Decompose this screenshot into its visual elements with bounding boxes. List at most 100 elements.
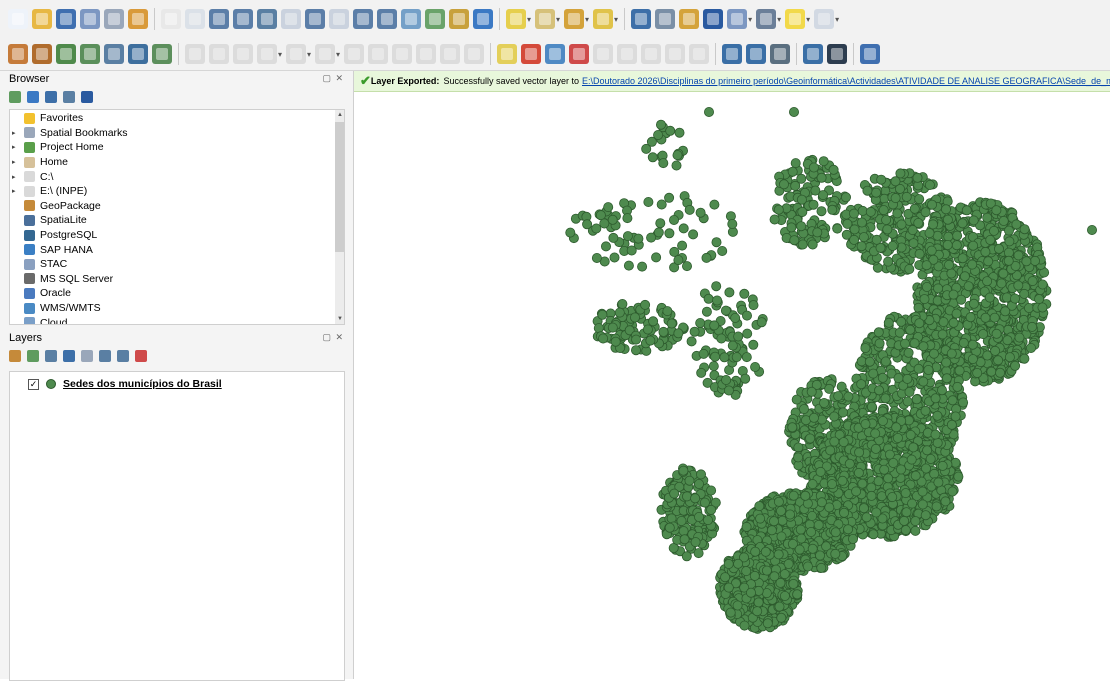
open-data-source-manager-icon[interactable] — [8, 44, 28, 64]
new-bookmark-icon[interactable] — [401, 9, 421, 29]
add-selected-layers-icon[interactable] — [9, 91, 21, 103]
new-shapefile-layer-icon[interactable] — [56, 44, 76, 64]
browser-panel-controls[interactable]: ▢ ✕ — [322, 73, 344, 84]
modify-attributes-icon[interactable] — [315, 44, 336, 64]
browser-item[interactable]: SpatiaLite — [10, 213, 344, 228]
dropdown-arrow-icon[interactable]: ▾ — [556, 15, 560, 24]
toolbox-icon[interactable] — [564, 9, 585, 29]
style-manager-icon[interactable] — [128, 9, 148, 29]
move-label-icon[interactable] — [617, 44, 638, 64]
browser-item[interactable]: ▸ Spatial Bookmarks — [10, 126, 344, 141]
browser-item[interactable]: ▸ E:\ (INPE) — [10, 184, 344, 199]
browser-item[interactable]: Cloud — [10, 315, 344, 324]
layer-name[interactable]: Sedes dos municípios do Brasil — [63, 378, 222, 390]
layer-labeling-icon[interactable] — [521, 44, 542, 64]
expand-arrow-icon[interactable]: ▸ — [12, 187, 22, 195]
toggle-editing-icon[interactable] — [209, 44, 229, 64]
filter-by-expression-icon[interactable] — [81, 350, 93, 362]
highlight-pinned-labels-icon[interactable] — [593, 44, 614, 64]
plugin-gear-icon[interactable] — [770, 44, 791, 64]
manage-map-themes-icon[interactable] — [45, 350, 57, 362]
zoom-out-icon[interactable] — [233, 9, 253, 29]
paste-features-icon[interactable] — [416, 44, 437, 64]
dropdown-arrow-icon[interactable]: ▾ — [336, 50, 340, 59]
processing-toolbox-icon[interactable] — [679, 9, 700, 29]
filter-legend-icon[interactable] — [63, 350, 75, 362]
select-features-icon[interactable] — [506, 9, 526, 29]
browser-item[interactable]: GeoPackage — [10, 199, 344, 214]
refresh-icon[interactable] — [473, 9, 493, 29]
browser-item[interactable]: MS SQL Server — [10, 272, 344, 287]
temporal-controller-icon[interactable] — [449, 9, 469, 29]
dropdown-arrow-icon[interactable]: ▾ — [307, 50, 311, 59]
browser-item[interactable]: PostgreSQL — [10, 228, 344, 243]
enable-properties-icon[interactable] — [81, 91, 93, 103]
help-contents-icon[interactable] — [860, 44, 881, 64]
open-project-icon[interactable] — [32, 9, 52, 29]
vertex-tool-icon[interactable] — [286, 44, 307, 64]
zoom-in-icon[interactable] — [209, 9, 229, 29]
new-geopackage-layer-icon[interactable] — [32, 44, 52, 64]
open-attribute-table-icon[interactable] — [535, 9, 556, 29]
browser-item[interactable]: Favorites — [10, 111, 344, 126]
browser-item[interactable]: ▸ C:\ — [10, 169, 344, 184]
deselect-icon[interactable] — [593, 9, 614, 29]
save-project-icon[interactable] — [56, 9, 76, 29]
collapse-all-icon[interactable] — [63, 91, 75, 103]
new-virtual-layer-icon[interactable] — [104, 44, 124, 64]
collapse-all-icon[interactable] — [117, 350, 129, 362]
plugin-dark-icon[interactable] — [827, 44, 848, 64]
remove-layer-icon[interactable] — [135, 350, 147, 362]
dropdown-arrow-icon[interactable]: ▾ — [806, 15, 810, 24]
show-hide-labels-icon[interactable] — [689, 44, 710, 64]
map-tips-icon[interactable] — [785, 9, 806, 29]
open-layer-styling-icon[interactable] — [9, 350, 21, 362]
layer-item[interactable]: ✓ Sedes dos municípios do Brasil — [28, 378, 222, 390]
label-tool-icon[interactable] — [497, 44, 518, 64]
pin-labels-icon[interactable] — [569, 44, 590, 64]
plugin-globe-a-icon[interactable] — [722, 44, 743, 64]
new-spatialite-layer-icon[interactable] — [128, 44, 148, 64]
cut-features-icon[interactable] — [368, 44, 389, 64]
refresh-icon[interactable] — [27, 91, 39, 103]
zoom-last-icon[interactable] — [353, 9, 373, 29]
locator-icon[interactable] — [814, 9, 835, 29]
undo-icon[interactable] — [440, 44, 461, 64]
new-print-layout-icon[interactable] — [80, 9, 100, 29]
layout-manager-icon[interactable] — [104, 9, 124, 29]
measure-line-icon[interactable] — [756, 9, 777, 29]
browser-item[interactable]: STAC — [10, 257, 344, 272]
zoom-to-selection-icon[interactable] — [281, 9, 301, 29]
layers-tree[interactable]: ✓ Sedes dos municípios do Brasil — [9, 371, 345, 681]
digitize-line-icon[interactable] — [257, 44, 277, 64]
python-console-icon[interactable] — [803, 44, 824, 64]
scroll-up-icon[interactable]: ▲ — [337, 112, 343, 118]
statistics-sigma-icon[interactable] — [703, 9, 724, 29]
browser-item[interactable]: ▸ Project Home — [10, 140, 344, 155]
measure-icon[interactable] — [727, 9, 748, 29]
dropdown-arrow-icon[interactable]: ▾ — [835, 15, 839, 24]
new-mesh-layer-icon[interactable] — [152, 44, 172, 64]
message-path-link[interactable]: E:\Doutorado 2026\Disciplinas do primeir… — [582, 76, 1110, 86]
browser-item[interactable]: Oracle — [10, 286, 344, 301]
new-project-icon[interactable] — [8, 9, 28, 29]
filter-browser-icon[interactable] — [45, 91, 57, 103]
dropdown-arrow-icon[interactable]: ▾ — [748, 15, 752, 24]
layer-visibility-checkbox[interactable]: ✓ — [28, 378, 39, 390]
expand-arrow-icon[interactable]: ▸ — [12, 173, 22, 181]
layers-panel-controls[interactable]: ▢ ✕ — [322, 332, 344, 343]
expand-all-icon[interactable] — [99, 350, 111, 362]
expand-arrow-icon[interactable]: ▸ — [12, 129, 22, 137]
zoom-native-icon[interactable] — [329, 9, 349, 29]
dropdown-arrow-icon[interactable]: ▾ — [585, 15, 589, 24]
expand-arrow-icon[interactable]: ▸ — [12, 143, 22, 151]
save-edits-icon[interactable] — [233, 44, 253, 64]
expand-arrow-icon[interactable]: ▸ — [12, 158, 22, 166]
dropdown-arrow-icon[interactable]: ▾ — [278, 50, 282, 59]
browser-item[interactable]: SAP HANA — [10, 242, 344, 257]
delete-selected-icon[interactable] — [344, 44, 365, 64]
layer-diagram-icon[interactable] — [545, 44, 566, 64]
browser-scrollbar[interactable]: ▲ ▼ — [335, 110, 344, 324]
browser-item[interactable]: WMS/WMTS — [10, 301, 344, 316]
browser-tree[interactable]: Favorites ▸ Spatial Bookmarks ▸ Project Home… — [9, 109, 345, 325]
